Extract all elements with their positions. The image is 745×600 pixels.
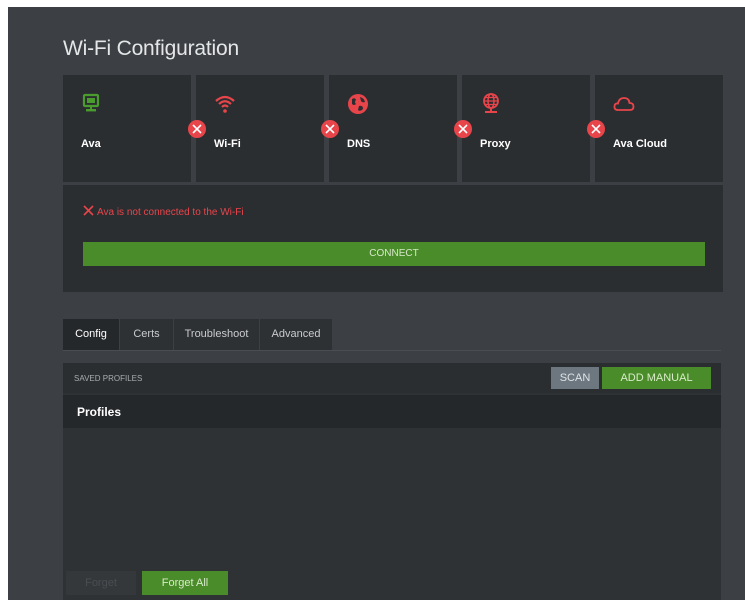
app-window: Wi-Fi Configuration Ava Wi-Fi DNS Proxy …	[8, 7, 745, 600]
network-globe-icon	[480, 93, 502, 115]
step-ava: Ava	[63, 75, 191, 182]
profiles-title: Profiles	[77, 405, 122, 419]
cloud-icon	[613, 93, 635, 115]
saved-profiles-caption: SAVED PROFILES	[74, 374, 143, 383]
tab-bar: Config Certs Troubleshoot Advanced	[63, 319, 721, 351]
step-label: Ava	[81, 138, 101, 150]
tab-troubleshoot[interactable]: Troubleshoot	[174, 319, 259, 350]
scan-button[interactable]: SCAN	[551, 367, 599, 389]
step-label: Wi-Fi	[214, 138, 241, 150]
profiles-header: Profiles	[63, 395, 721, 428]
connect-button[interactable]: CONNECT	[83, 242, 705, 266]
forget-button[interactable]: Forget	[66, 571, 136, 595]
status-text: Ava is not connected to the Wi-Fi	[97, 206, 244, 218]
profiles-panel: SAVED PROFILES SCAN ADD MANUAL Profiles …	[63, 363, 721, 600]
tab-certs[interactable]: Certs	[120, 319, 173, 350]
saved-profiles-bar: SAVED PROFILES SCAN ADD MANUAL	[63, 363, 721, 393]
globe-icon	[347, 93, 369, 115]
forget-all-button[interactable]: Forget All	[142, 571, 228, 595]
tab-config[interactable]: Config	[63, 319, 119, 350]
wifi-icon	[214, 93, 236, 115]
step-proxy: Proxy	[462, 75, 590, 182]
monitor-icon	[81, 93, 103, 115]
step-label: DNS	[347, 138, 371, 150]
add-manual-button[interactable]: ADD MANUAL	[602, 367, 711, 389]
step-dns: DNS	[329, 75, 457, 182]
step-wifi: Wi-Fi	[196, 75, 324, 182]
status-message: Ava is not connected to the Wi-Fi	[83, 205, 244, 219]
page-title: Wi-Fi Configuration	[63, 37, 239, 60]
step-ava-cloud: Ava Cloud	[595, 75, 723, 182]
connection-status-panel: Ava is not connected to the Wi-Fi CONNEC…	[63, 185, 723, 292]
error-x-icon	[188, 120, 206, 138]
tab-advanced[interactable]: Advanced	[260, 319, 332, 350]
step-label: Proxy	[480, 138, 511, 150]
error-x-icon	[587, 120, 605, 138]
step-label: Ava Cloud	[613, 138, 667, 150]
error-x-icon	[321, 120, 339, 138]
connection-steps: Ava Wi-Fi DNS Proxy Ava Cloud	[63, 75, 723, 182]
error-x-icon	[454, 120, 472, 138]
error-x-icon	[83, 205, 94, 219]
